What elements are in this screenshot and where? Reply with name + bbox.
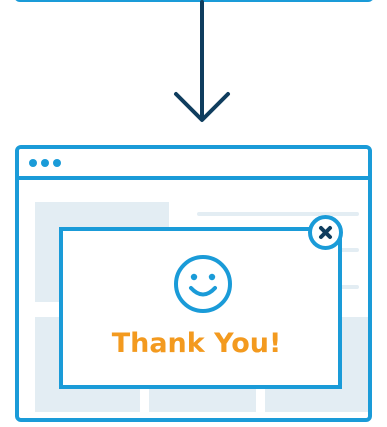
window-dot-icon — [53, 159, 61, 167]
window-dot-icon — [41, 159, 49, 167]
content-placeholder-line — [197, 212, 359, 216]
close-icon — [319, 226, 332, 239]
window-dot-icon — [29, 159, 37, 167]
diagram-canvas: Thank You! — [0, 0, 387, 427]
smile-icon — [174, 255, 232, 313]
modal-message: Thank You! — [111, 328, 282, 359]
window-title-bar — [19, 149, 368, 180]
close-button[interactable] — [308, 215, 343, 250]
